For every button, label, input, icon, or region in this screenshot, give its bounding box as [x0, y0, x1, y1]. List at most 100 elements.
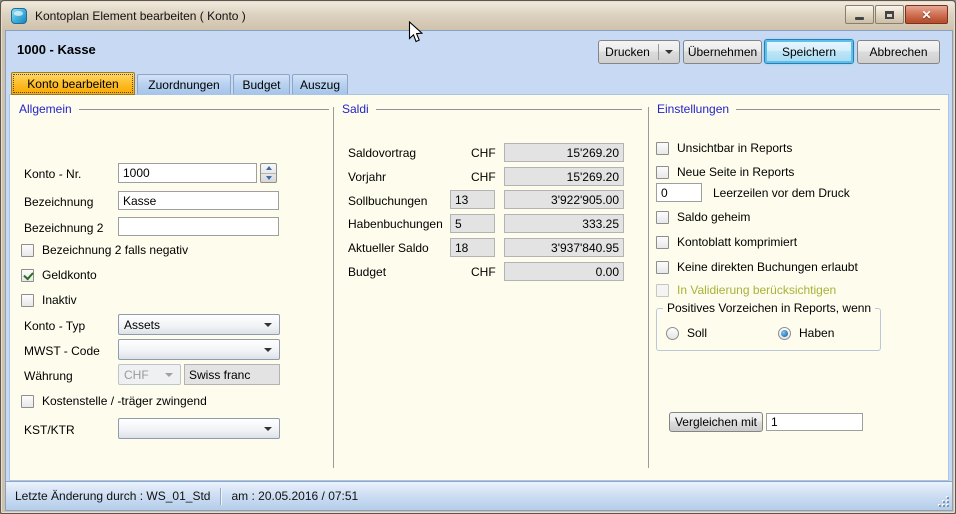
- tab-auszug[interactable]: Auszug: [292, 74, 348, 95]
- saldi-count-field: 18: [450, 238, 495, 257]
- saldi-row-label: Budget: [348, 265, 386, 279]
- app-icon: [11, 8, 27, 24]
- group-allgemein-header: Allgemein: [19, 102, 329, 116]
- geldkonto-checkbox[interactable]: [21, 269, 34, 282]
- saldi-row-label: Vorjahr: [348, 170, 386, 184]
- keine-buchungen-checkrow[interactable]: Keine direkten Buchungen erlaubt: [656, 260, 858, 274]
- konto-typ-select[interactable]: Assets: [118, 314, 280, 335]
- haben-label: Haben: [799, 326, 834, 340]
- konto-nr-input[interactable]: [118, 163, 257, 183]
- kostenstelle-checkrow[interactable]: Kostenstelle / -träger zwingend: [21, 394, 207, 408]
- spinner-up-icon[interactable]: [261, 164, 276, 173]
- saldo-geheim-label: Saldo geheim: [677, 210, 750, 224]
- konto-nr-label: Konto - Nr.: [24, 167, 81, 181]
- close-button[interactable]: ✕: [905, 5, 948, 24]
- geldkonto-checkrow[interactable]: Geldkonto: [21, 268, 97, 282]
- saldi-count-field: 5: [450, 214, 495, 233]
- tab-budget[interactable]: Budget: [233, 74, 290, 95]
- bezeichnung2-label: Bezeichnung 2: [24, 221, 103, 235]
- saldi-row-currency: CHF: [471, 170, 496, 184]
- neue-seite-checkrow[interactable]: Neue Seite in Reports: [656, 165, 794, 179]
- bezeichnung2-negativ-checkrow[interactable]: Bezeichnung 2 falls negativ: [21, 243, 188, 257]
- status-bar: Letzte Änderung durch : WS_01_Std am : 2…: [6, 481, 952, 510]
- client-area: 1000 - Kasse Drucken Übernehmen Speicher…: [5, 30, 953, 511]
- saldi-amount-field: 0.00: [504, 262, 624, 281]
- tab-label: Zuordnungen: [148, 78, 219, 92]
- radio-haben-row[interactable]: Haben: [778, 326, 834, 340]
- keine-buchungen-checkbox[interactable]: [656, 261, 669, 274]
- saldi-row-label: Sollbuchungen: [348, 194, 427, 208]
- leerzeilen-input[interactable]: [656, 183, 702, 202]
- unsichtbar-checkbox[interactable]: [656, 142, 669, 155]
- soll-radio[interactable]: [666, 327, 679, 340]
- tab-label: Budget: [242, 78, 280, 92]
- spinner-down-icon[interactable]: [261, 173, 276, 183]
- leerzeilen-label: Leerzeilen vor dem Druck: [713, 186, 850, 200]
- haben-radio[interactable]: [778, 327, 791, 340]
- geldkonto-label: Geldkonto: [42, 268, 97, 282]
- saldo-geheim-checkrow[interactable]: Saldo geheim: [656, 210, 750, 224]
- saldi-count: 13: [455, 193, 468, 207]
- waehrung-name: Swiss franc: [189, 368, 250, 382]
- neue-seite-label: Neue Seite in Reports: [677, 165, 794, 179]
- konto-nr-spinner[interactable]: [260, 163, 277, 183]
- saldo-geheim-checkbox[interactable]: [656, 211, 669, 224]
- kst-ktr-select[interactable]: [118, 418, 280, 439]
- tab-zuordnungen[interactable]: Zuordnungen: [137, 74, 231, 95]
- speichern-button[interactable]: Speichern: [764, 39, 854, 64]
- saldi-row-currency: CHF: [471, 146, 496, 160]
- abbrechen-label: Abbrechen: [869, 45, 927, 59]
- saldi-amount-field: 15'269.20: [504, 167, 624, 186]
- bezeichnung2-input[interactable]: [118, 217, 279, 236]
- title-bar[interactable]: Kontoplan Element bearbeiten ( Konto ) ✕: [2, 2, 954, 30]
- window-title: Kontoplan Element bearbeiten ( Konto ): [35, 9, 246, 23]
- drucken-button[interactable]: Drucken: [598, 40, 680, 64]
- vergleichen-mit-input[interactable]: [766, 413, 863, 431]
- group-line: [736, 109, 940, 110]
- tab-page-konto-bearbeiten: Allgemein Konto - Nr. Bezeichnung Bezeic…: [9, 94, 949, 481]
- vergleichen-mit-button[interactable]: Vergleichen mit: [669, 412, 763, 432]
- konto-typ-value: Assets: [124, 318, 160, 332]
- minimize-button[interactable]: [845, 5, 874, 24]
- resize-grip[interactable]: [937, 495, 949, 507]
- waehrung-label: Währung: [24, 369, 73, 383]
- kostenstelle-label: Kostenstelle / -träger zwingend: [42, 394, 207, 408]
- tab-konto-bearbeiten[interactable]: Konto bearbeiten: [11, 72, 135, 95]
- kontoblatt-checkbox[interactable]: [656, 236, 669, 249]
- validierung-checkrow: In Validierung berücksichtigen: [656, 283, 836, 297]
- maximize-button[interactable]: [875, 5, 904, 24]
- bezeichnung2-negativ-checkbox[interactable]: [21, 244, 34, 257]
- mwst-code-label: MWST - Code: [24, 344, 100, 358]
- radio-soll-row[interactable]: Soll: [666, 326, 707, 340]
- mwst-code-select[interactable]: [118, 339, 280, 360]
- chevron-down-icon: [665, 50, 673, 54]
- saldi-count: 5: [455, 217, 462, 231]
- inaktiv-checkbox[interactable]: [21, 294, 34, 307]
- uebernehmen-button[interactable]: Übernehmen: [683, 40, 762, 64]
- group-einstellungen-header: Einstellungen: [657, 102, 940, 116]
- saldi-amount: 333.25: [582, 217, 619, 231]
- kontoblatt-checkrow[interactable]: Kontoblatt komprimiert: [656, 235, 797, 249]
- unsichtbar-label: Unsichtbar in Reports: [677, 141, 792, 155]
- waehrung-code: CHF: [124, 368, 149, 382]
- kostenstelle-checkbox[interactable]: [21, 395, 34, 408]
- abbrechen-button[interactable]: Abbrechen: [857, 40, 940, 64]
- bezeichnung-input[interactable]: [118, 191, 279, 210]
- split-separator: [658, 44, 659, 60]
- keine-buchungen-label: Keine direkten Buchungen erlaubt: [677, 260, 858, 274]
- inaktiv-checkrow[interactable]: Inaktiv: [21, 293, 77, 307]
- status-timestamp: am : 20.05.2016 / 07:51: [231, 489, 358, 503]
- account-title: 1000 - Kasse: [17, 42, 96, 57]
- close-icon: ✕: [921, 8, 931, 22]
- drucken-label: Drucken: [605, 45, 650, 59]
- vergleichen-mit-label: Vergleichen mit: [675, 415, 757, 429]
- unsichtbar-checkrow[interactable]: Unsichtbar in Reports: [656, 141, 792, 155]
- neue-seite-checkbox[interactable]: [656, 166, 669, 179]
- saldi-amount: 15'269.20: [567, 146, 619, 160]
- kst-ktr-label: KST/KTR: [24, 423, 75, 437]
- saldi-count: 18: [455, 241, 468, 255]
- group-line: [376, 109, 642, 110]
- validierung-label: In Validierung berücksichtigen: [677, 283, 836, 297]
- group-einstellungen-title: Einstellungen: [657, 102, 729, 116]
- saldi-row-label: Habenbuchungen: [348, 217, 443, 231]
